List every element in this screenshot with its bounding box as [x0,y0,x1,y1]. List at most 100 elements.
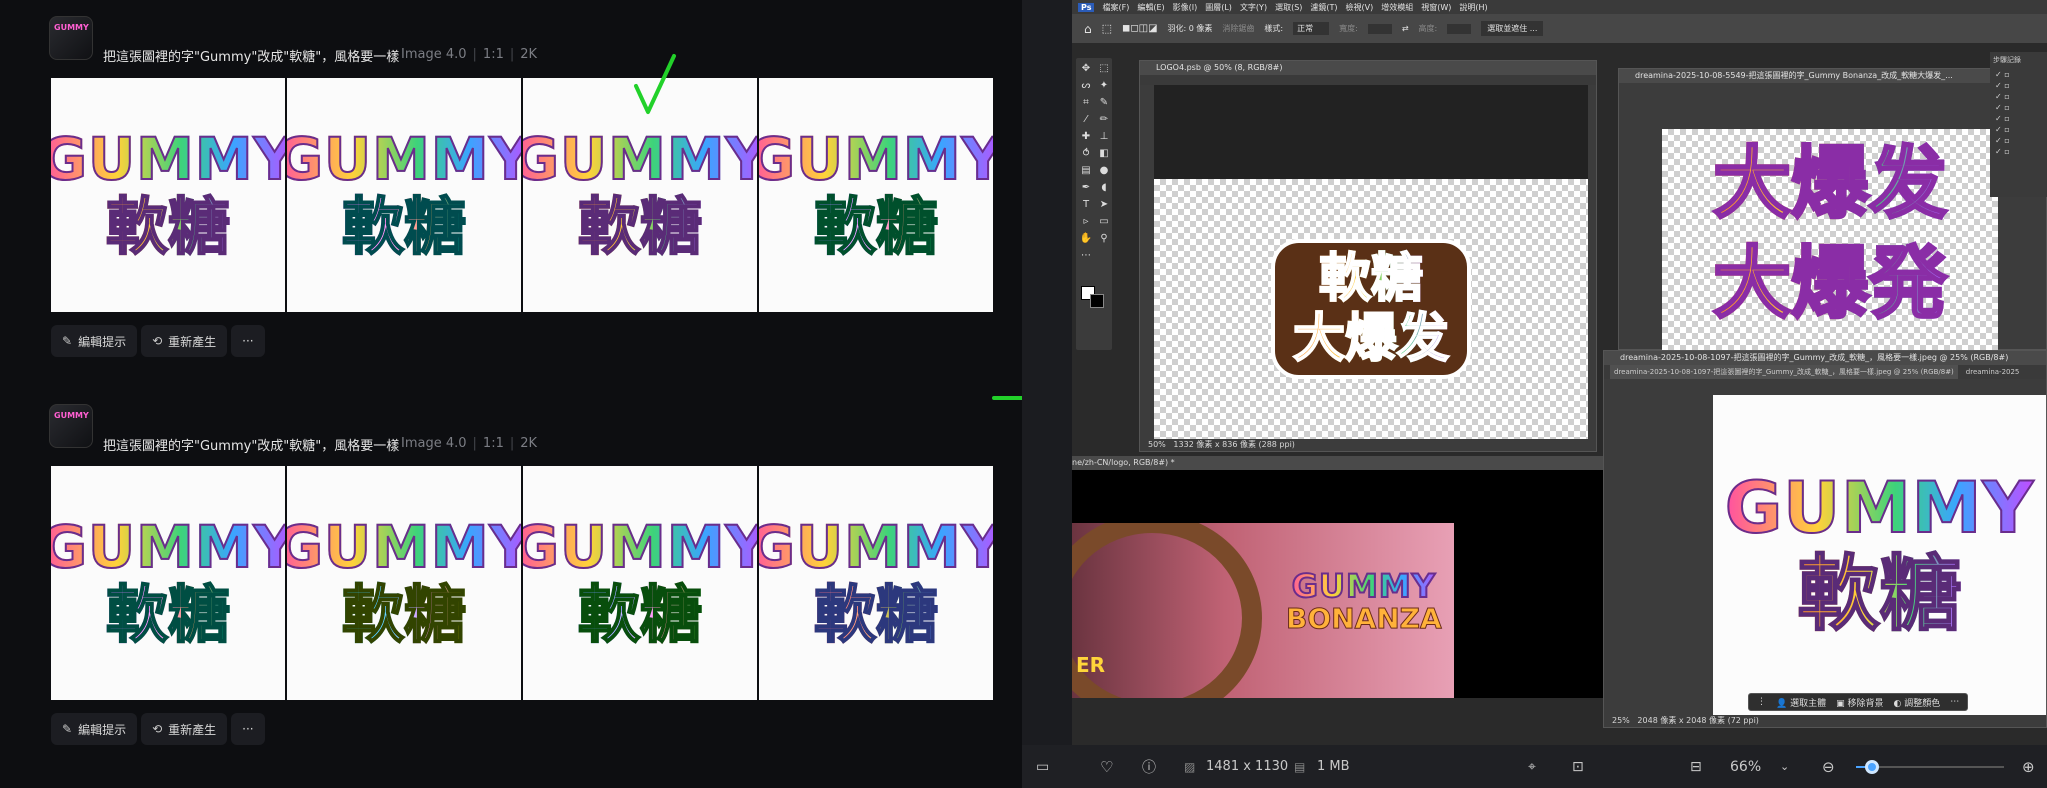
contextual-taskbar: ⋮ 👤 選取主體 ▣ 移除背景 ◐ 調整顏色 ⋯ [1748,693,1969,711]
home-icon[interactable]: ⌂ [1084,22,1092,36]
magic-wand-icon[interactable]: ✦ [1097,79,1111,93]
reference-image-thumbnail[interactable]: GUMMY [49,16,93,60]
image-text-en: GUMMY [759,126,993,192]
select-and-mask-button[interactable]: 選取並遮住 ... [1481,21,1544,36]
lasso-tool-icon[interactable]: ᔕ [1079,79,1093,93]
generated-image[interactable]: GUMMY 軟糖 [287,466,521,700]
more-button[interactable]: ··· [231,713,265,745]
info-icon[interactable]: ⓘ [1142,757,1156,777]
doc-tabs: dreamina-2025-10-08-1097-把這張圖裡的字_Gummy_改… [1604,365,2046,379]
logo-artwork: 軟糖 大爆发 [1270,239,1471,379]
bonanza-artwork: ER GUMMY BONANZA [1072,523,1454,698]
canvas[interactable]: 大爆发 大爆発 [1662,129,1998,351]
move-tool-icon[interactable]: ✥ [1079,62,1093,76]
doc-tab-active[interactable]: dreamina-2025-10-08-1097-把這張圖裡的字_Gummy_改… [1610,365,1958,379]
eyedropper-icon[interactable]: ✎ [1097,96,1111,110]
marquee-tool-icon[interactable]: ⬚ [1102,22,1112,35]
marquee-tool-icon[interactable]: ⬚ [1097,62,1111,76]
menu-help[interactable]: 說明(H) [1459,2,1487,13]
more-tools-icon[interactable]: ⋯ [1079,249,1093,263]
history-brush-icon[interactable]: ⥀ [1079,147,1093,161]
blur-icon[interactable]: ● [1097,164,1111,178]
zoom-value[interactable]: 66% [1730,759,1761,775]
pencil-icon[interactable]: ✏ [1097,113,1111,127]
history-list[interactable]: ✓ ▫ ✓ ▫ ✓ ▫ ✓ ▫ ✓ ▫ ✓ ▫ ✓ ▫ ✓ ▫ [1990,65,2047,157]
adjust-color-button[interactable]: ◐ 調整顏色 [1893,696,1940,709]
edit-prompt-button[interactable]: ✎ 編輯提示 [51,325,138,357]
gradient-icon[interactable]: ▤ [1079,164,1093,178]
generated-image[interactable]: GUMMY 軟糖 [759,466,993,700]
height-field[interactable] [1447,23,1472,34]
generated-image[interactable]: GUMMY 軟糖 [759,78,993,312]
edit-prompt-button[interactable]: ✎ 編輯提示 [51,713,138,745]
menu-layer[interactable]: 圖層(L) [1205,2,1232,13]
doc-zoom[interactable]: 25% [1612,716,1630,725]
file-size-icon: ▤ [1294,759,1306,774]
menu-plugins[interactable]: 增效模組 [1381,2,1413,13]
remove-background-button[interactable]: ▣ 移除背景 [1836,696,1883,709]
refresh-icon: ⟲ [152,334,163,348]
menu-filter[interactable]: 濾鏡(T) [1310,2,1337,13]
chevron-down-icon[interactable]: ⌄ [1780,760,1789,773]
heal-tool-icon[interactable]: ✚ [1079,130,1093,144]
doc-tab[interactable]: dreamina-2025 [1966,365,2020,379]
canvas[interactable]: 軟糖 大爆发 [1154,179,1588,439]
more-options-icon[interactable]: ⋯ [1950,697,1959,707]
type-tool-icon[interactable]: T [1079,198,1093,212]
brush-tool-icon[interactable]: ⁄ [1079,113,1093,127]
menu-window[interactable]: 視窗(W) [1421,2,1451,13]
crop-tool-icon[interactable]: ⌗ [1079,96,1093,110]
menu-view[interactable]: 檢視(V) [1346,2,1374,13]
width-field[interactable] [1367,23,1392,34]
generated-image[interactable]: GUMMY 軟糖 [51,78,285,312]
ps-document-dreamina-1097[interactable]: dreamina-2025-10-08-1097-把這張圖裡的字_Gummy_改… [1603,350,2047,728]
text-extract-icon[interactable]: ⊡ [1572,759,1584,775]
stamp-tool-icon[interactable]: ⊥ [1097,130,1111,144]
favorite-icon[interactable]: ♡ [1100,758,1113,776]
tool-grid: ✥ ⬚ ᔕ ✦ ⌗ ✎ ⁄ ✏ ✚ ⊥ ⥀ ◧ ▤ ● ✒ ◖ T ➤ ▹ ▭ ✋ ⚲ ⋯ [1076,58,1112,267]
menu-image[interactable]: 影像(I) [1173,2,1198,13]
regenerate-label: 重新產生 [168,334,217,349]
regenerate-button[interactable]: ⟲ 重新產生 [141,325,228,357]
zoom-slider-thumb[interactable] [1865,760,1879,774]
path-select-icon[interactable]: ➤ [1097,198,1111,212]
ps-document-logo4[interactable]: LOGO4.psb @ 50% (8, RGB/8#) 軟糖 大爆发 50% 1… [1139,60,1597,452]
background-color-swatch[interactable] [1090,294,1104,308]
zoom-out-icon[interactable]: ⊖ [1822,758,1835,776]
swap-icon[interactable]: ⇄ [1402,24,1409,33]
horizontal-ruler [1140,75,1596,85]
generated-image[interactable]: GUMMY 軟糖 [523,466,757,700]
edit-prompt-label: 編輯提示 [78,334,127,349]
menu-select[interactable]: 選取(S) [1275,2,1302,13]
anti-alias-checkbox[interactable]: 消除鋸齒 [1222,23,1254,34]
regenerate-button[interactable]: ⟲ 重新產生 [141,713,228,745]
doc-zoom[interactable]: 50% [1148,440,1166,449]
generated-image[interactable]: GUMMY 軟糖 [51,466,285,700]
filmstrip-icon[interactable]: ▭ [1036,759,1049,775]
more-button[interactable]: ··· [231,325,265,357]
visual-search-icon[interactable]: ⌖ [1528,759,1536,775]
pen-tool-icon[interactable]: ✒ [1079,181,1093,195]
ps-document-dreamina-5549[interactable]: dreamina-2025-10-08-5549-把這張圖裡的字_Gummy B… [1618,68,2047,351]
image-text-zh: 軟糖 [341,190,467,264]
menu-edit[interactable]: 編輯(E) [1137,2,1164,13]
feather-field[interactable]: 羽化: 0 像素 [1168,23,1213,34]
menu-file[interactable]: 檔案(F) [1102,2,1129,13]
ps-options-bar: ⌂ ⬚ ◼◻◫◪ 羽化: 0 像素 消除鋸齒 樣式: 正常 寬度: ⇄ 高度: … [1072,14,2047,44]
fit-to-window-icon[interactable]: ⊟ [1690,759,1702,775]
select-subject-button[interactable]: 👤 選取主體 [1776,696,1826,709]
zoom-tool-icon[interactable]: ⚲ [1097,232,1111,246]
shape-tool-icon[interactable]: ▭ [1097,215,1111,229]
empty-slot [1097,249,1111,263]
eraser-icon[interactable]: ◧ [1097,147,1111,161]
style-select[interactable]: 正常 [1293,22,1330,35]
generated-image[interactable]: GUMMY 軟糖 [287,78,521,312]
hand-tool-icon[interactable]: ✋ [1079,232,1093,246]
dodge-icon[interactable]: ◖ [1097,181,1111,195]
reference-image-thumbnail[interactable]: GUMMY [49,404,93,448]
selection-mode-icons[interactable]: ◼◻◫◪ [1122,23,1158,34]
menu-type[interactable]: 文字(Y) [1240,2,1267,13]
direct-select-icon[interactable]: ▹ [1079,215,1093,229]
canvas[interactable]: GUMMY 軟糖 [1713,395,2046,715]
zoom-in-icon[interactable]: ⊕ [2022,758,2035,776]
